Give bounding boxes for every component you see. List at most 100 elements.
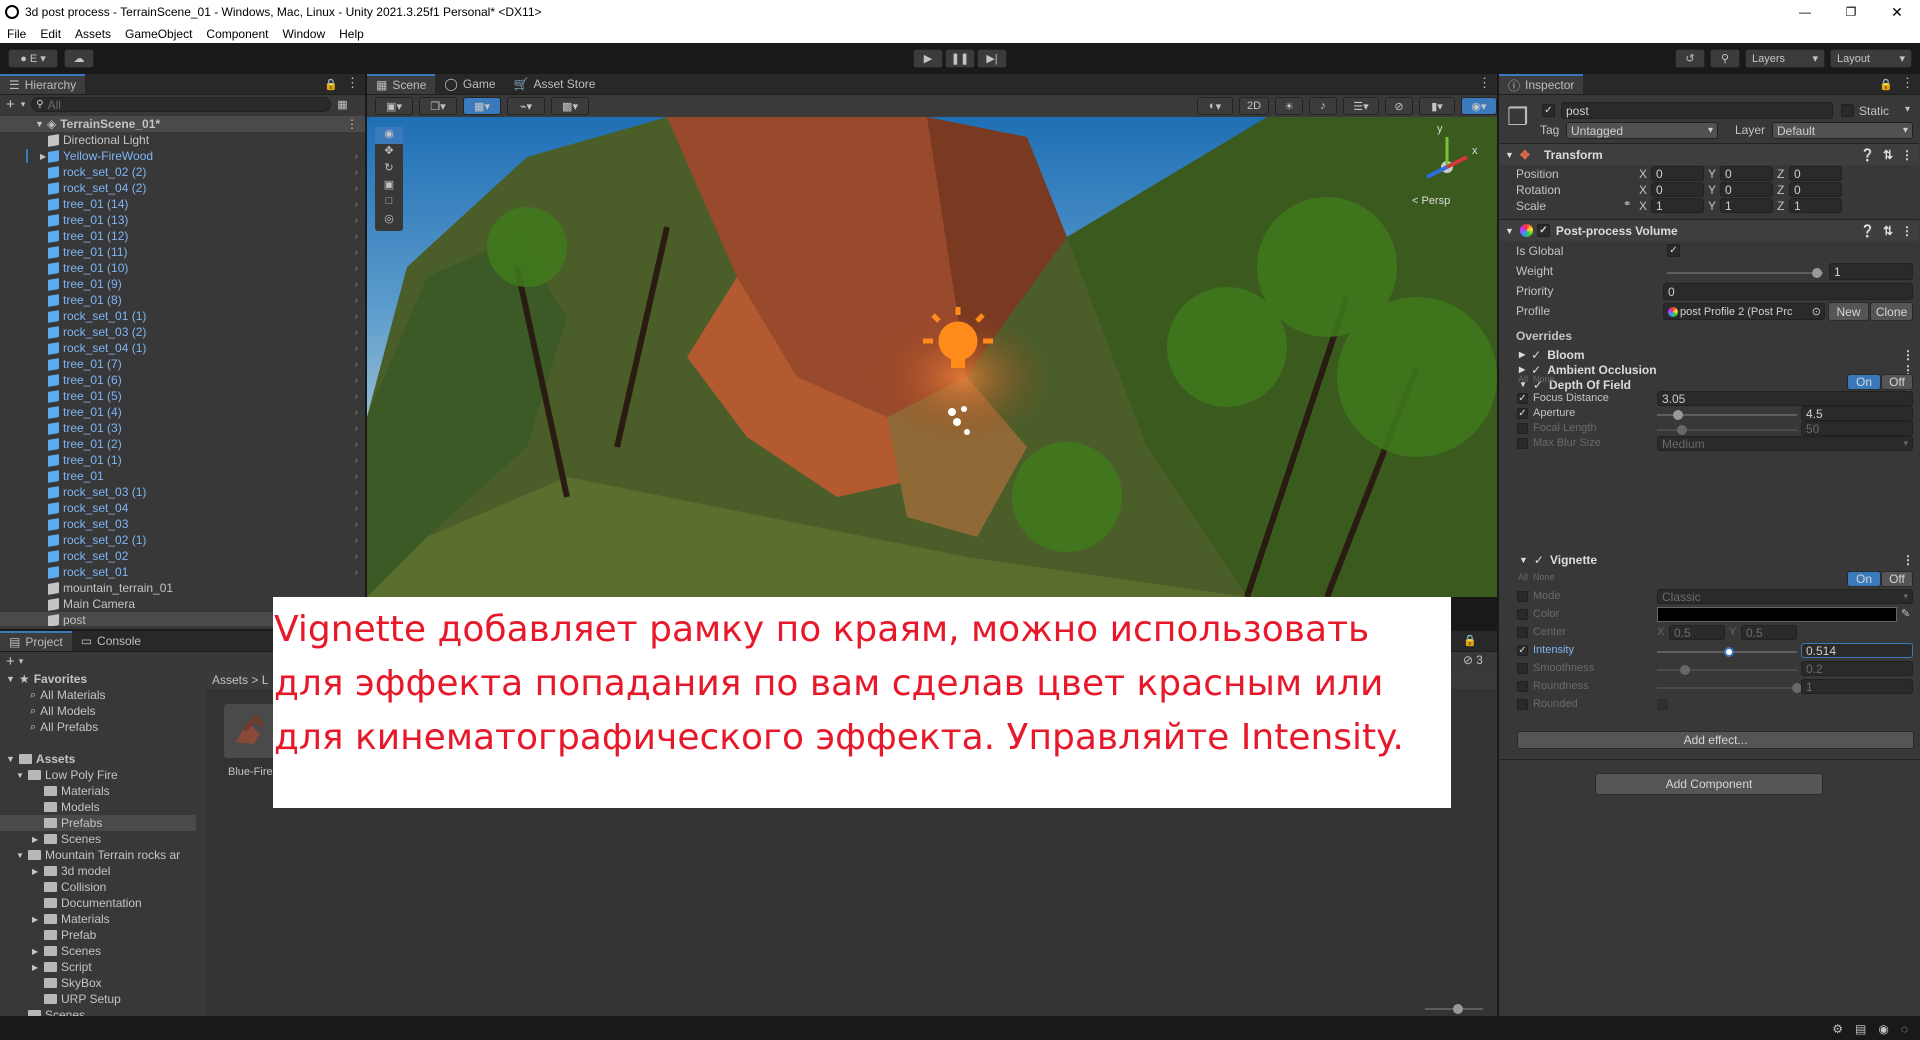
draw-mode-button[interactable]: ▣ ▾ — [375, 97, 413, 115]
menu-gameobject[interactable]: GameObject — [118, 27, 199, 41]
hierarchy-item[interactable]: tree_01 (5) › — [0, 388, 365, 404]
asset-thumbnail[interactable] — [224, 704, 274, 758]
chevron-right-icon[interactable]: › — [355, 567, 358, 578]
lock-icon[interactable]: 🔒 — [1463, 634, 1477, 647]
dof-on-button[interactable]: On — [1847, 374, 1881, 390]
effect-enabled-checkmark-icon[interactable]: ✓ — [1531, 348, 1541, 362]
chevron-right-icon[interactable]: › — [355, 151, 358, 162]
weight-field[interactable]: 1 — [1829, 263, 1913, 280]
transform-x-field[interactable]: 1 — [1651, 198, 1704, 213]
add-effect-button[interactable]: Add effect... — [1517, 731, 1914, 749]
transform-y-field[interactable]: 0 — [1720, 166, 1773, 181]
hidden-objects-toggle[interactable]: ⊘ — [1385, 97, 1413, 115]
project-folder-item[interactable]: Scenes — [0, 1007, 196, 1016]
chevron-right-icon[interactable]: › — [355, 167, 358, 178]
gizmos-button[interactable]: ◉ ▾ — [1461, 97, 1497, 115]
project-folder-item[interactable]: ▶ Scenes — [0, 943, 196, 959]
transform-z-field[interactable]: 1 — [1789, 198, 1842, 213]
vignette-override-checkbox[interactable] — [1517, 681, 1528, 692]
rect-tool-icon[interactable]: □ — [375, 195, 403, 212]
weight-slider[interactable] — [1667, 268, 1823, 278]
hierarchy-search-input[interactable]: ⚲ All — [31, 97, 332, 112]
project-folder-item[interactable]: Documentation — [0, 895, 196, 911]
hierarchy-item[interactable]: rock_set_04 (2) › — [0, 180, 365, 196]
dof-value-field[interactable]: 3.05 — [1657, 391, 1913, 406]
chevron-down-icon[interactable]: ▾ — [1905, 104, 1910, 115]
chevron-right-icon[interactable]: › — [355, 487, 358, 498]
center-x-field[interactable]: 0.5 — [1669, 625, 1725, 640]
hierarchy-item[interactable]: rock_set_04 › — [0, 500, 365, 516]
view-mode-button[interactable]: ❒ ▾ — [419, 97, 457, 115]
bug-icon[interactable]: ⚙ — [1832, 1022, 1843, 1036]
hierarchy-item[interactable]: tree_01 (7) › — [0, 356, 365, 372]
active-checkbox[interactable]: ✓ — [1542, 104, 1555, 117]
kebab-menu-icon[interactable]: ⋮ — [1902, 348, 1914, 362]
dof-override-checkbox[interactable]: ✓ — [1517, 393, 1528, 404]
hierarchy-item[interactable]: rock_set_03 › — [0, 516, 365, 532]
chevron-right-icon[interactable]: › — [355, 311, 358, 322]
breadcrumb-label[interactable]: Assets > L — [212, 673, 268, 687]
static-checkbox[interactable] — [1841, 104, 1854, 117]
pause-button[interactable]: ❚❚ — [945, 49, 975, 68]
help-icon[interactable]: ❔ — [1860, 224, 1875, 238]
kebab-menu-icon[interactable]: ⋮ — [1478, 75, 1491, 91]
effects-button[interactable]: ☰ ▾ — [1343, 97, 1379, 115]
chevron-right-icon[interactable]: › — [355, 455, 358, 466]
project-folder-item[interactable]: ▼ Mountain Terrain rocks ar — [0, 847, 196, 863]
vignette-header[interactable]: ▼ ✓ Vignette ⋮ — [1499, 551, 1920, 569]
chevron-right-icon[interactable]: › — [355, 439, 358, 450]
none-toggle[interactable]: None — [1533, 374, 1555, 384]
tab-game[interactable]: ◯ Game — [435, 74, 504, 94]
add-icon[interactable]: + — [6, 653, 15, 670]
clone-profile-button[interactable]: Clone — [1870, 302, 1913, 321]
project-folder-item[interactable]: Collision — [0, 879, 196, 895]
chevron-right-icon[interactable]: › — [355, 231, 358, 242]
dof-off-button[interactable]: Off — [1881, 374, 1913, 390]
hierarchy-item[interactable]: tree_01 (6) › — [0, 372, 365, 388]
chevron-right-icon[interactable]: › — [355, 391, 358, 402]
snap-button[interactable]: ▦ ▾ — [463, 97, 501, 115]
step-button[interactable]: ▶| — [977, 49, 1007, 68]
assets-header[interactable]: ▼ Assets — [6, 751, 75, 767]
maximize-button[interactable]: ❐ — [1828, 5, 1874, 19]
chevron-right-icon[interactable]: › — [355, 327, 358, 338]
chevron-right-icon[interactable]: › — [355, 215, 358, 226]
tab-project[interactable]: ▤ Project — [0, 631, 72, 651]
dof-slider-knob[interactable] — [1673, 410, 1683, 420]
audio-toggle[interactable]: ♪ — [1309, 97, 1337, 115]
project-folder-item[interactable]: ▶ 3d model — [0, 863, 196, 879]
kebab-menu-icon[interactable]: ⋮ — [1901, 224, 1913, 238]
dof-override-checkbox[interactable] — [1517, 423, 1528, 434]
tab-asset-store[interactable]: 🛒 Asset Store — [505, 74, 605, 94]
search-button[interactable]: ⚲ — [1710, 49, 1740, 68]
vignette-color-swatch[interactable] — [1657, 607, 1897, 622]
new-profile-button[interactable]: New — [1828, 302, 1869, 321]
constrain-proportions-icon[interactable]: ⚭ — [1623, 199, 1631, 210]
vignette-mode-dropdown[interactable]: Classic ▾ — [1657, 589, 1913, 604]
layers-dropdown[interactable]: Layers ▾ — [1745, 49, 1825, 68]
chevron-right-icon[interactable]: › — [355, 375, 358, 386]
hierarchy-item[interactable]: Directional Light — [0, 132, 365, 148]
center-y-field[interactable]: 0.5 — [1741, 625, 1797, 640]
chevron-right-icon[interactable]: › — [355, 247, 358, 258]
vignette-override-checkbox[interactable] — [1517, 591, 1528, 602]
persp-label[interactable]: < Persp — [1412, 195, 1450, 207]
dof-slider[interactable] — [1657, 410, 1797, 420]
vignette-value-field[interactable]: 0.514 — [1801, 643, 1913, 658]
preset-icon[interactable]: ⇅ — [1883, 224, 1893, 238]
vignette-override-checkbox[interactable]: ✓ — [1517, 645, 1528, 656]
orientation-button[interactable]: ◐ ▾ — [1197, 97, 1233, 115]
project-folder-item[interactable]: ▶ Script — [0, 959, 196, 975]
dof-override-checkbox[interactable] — [1517, 438, 1528, 449]
vignette-checkmark-icon[interactable]: ✓ — [1534, 553, 1544, 567]
chevron-right-icon[interactable]: › — [355, 551, 358, 562]
chevron-right-icon[interactable]: › — [355, 519, 358, 530]
hierarchy-item[interactable]: tree_01 (1) › — [0, 452, 365, 468]
rounded-checkbox[interactable] — [1657, 699, 1668, 710]
hierarchy-item[interactable]: tree_01 (10) › — [0, 260, 365, 276]
scene-viewport[interactable]: ◉ ✥ ↻ ▣ □ ◎ y x < Persp — [367, 117, 1497, 597]
project-folder-item[interactable]: Materials — [0, 783, 196, 799]
hierarchy-item[interactable]: rock_set_01 › — [0, 564, 365, 580]
add-icon[interactable]: + — [6, 96, 15, 113]
hidden-packages-toggle[interactable]: ⊘ 3 — [1463, 653, 1483, 667]
